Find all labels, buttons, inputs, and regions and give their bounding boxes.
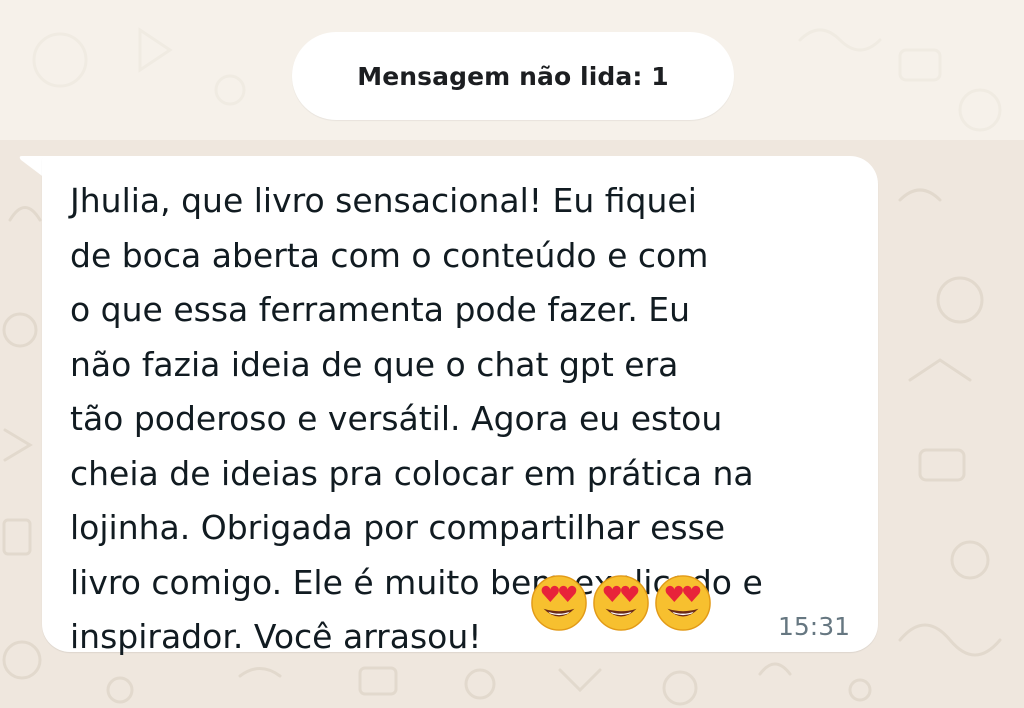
message-line: cheia de ideias pra colocar em prática n… [70, 453, 754, 493]
message-line: não fazia ideia de que o chat gpt era [70, 344, 679, 384]
message-timestamp: 15:31 [778, 612, 851, 641]
unread-messages-badge: Mensagem não lida: 1 [292, 32, 734, 120]
message-line: de boca aberta com o conteúdo e com [70, 235, 709, 275]
message-line: Jhulia, que livro sensacional! Eu fiquei [70, 181, 697, 220]
smiling-face-with-heart-eyes-icon [531, 575, 587, 631]
smiling-face-with-heart-eyes-icon [593, 575, 649, 631]
unread-messages-label: Mensagem não lida: 1 [357, 61, 669, 91]
message-line: o que essa ferramenta pode fazer. Eu [70, 290, 691, 329]
emoji-group [530, 574, 712, 634]
message-line: tão poderoso e versátil. Agora eu estou [70, 399, 723, 438]
message-line: inspirador. Você arrasou! [70, 617, 482, 656]
smiling-face-with-heart-eyes-icon [655, 575, 711, 631]
message-text: Jhulia, que livro sensacional! Eu fiquei… [70, 174, 860, 665]
message-line: lojinha. Obrigada por compartilhar esse [70, 508, 726, 547]
